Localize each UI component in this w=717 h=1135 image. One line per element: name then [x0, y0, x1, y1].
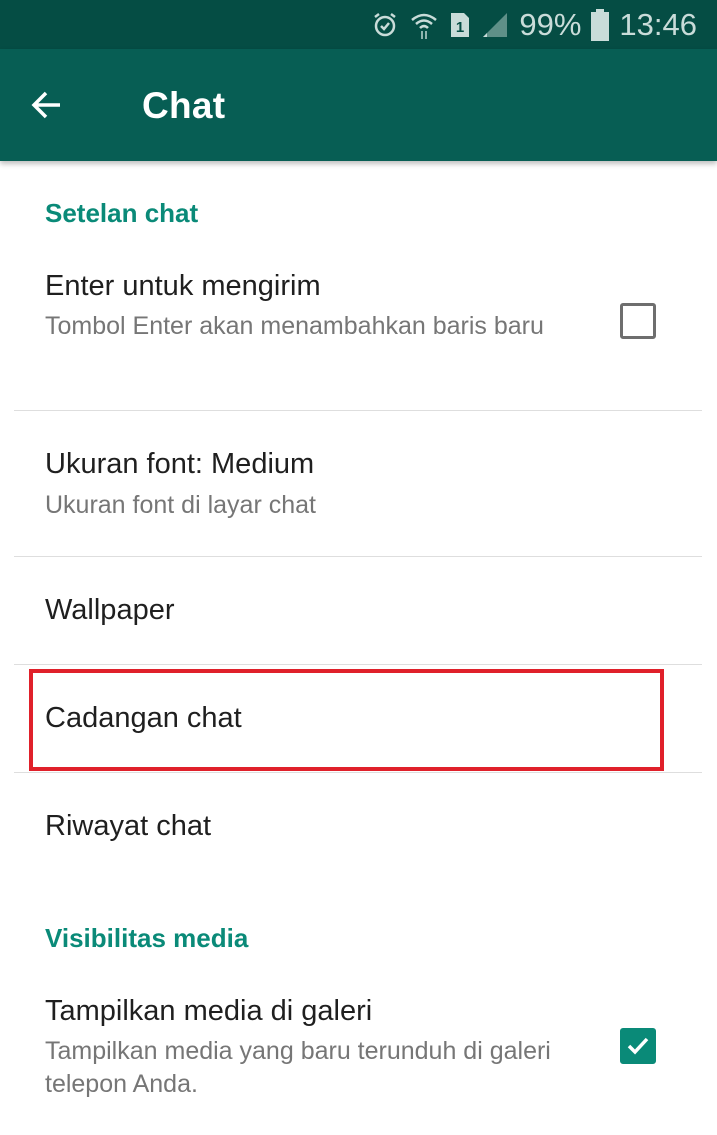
signal-icon [481, 11, 509, 39]
highlight-box [29, 669, 664, 771]
page-title: Chat [142, 85, 226, 126]
setting-title: Riwayat chat [45, 810, 212, 842]
battery-icon [591, 8, 610, 41]
clock: 13:46 [619, 6, 697, 42]
show-media-checkbox[interactable] [620, 1028, 656, 1064]
setting-title: Enter untuk mengirim [45, 270, 321, 302]
setting-chat-history[interactable]: Riwayat chat [0, 773, 717, 880]
setting-subtitle: Tampilkan media yang baru terunduh di ga… [45, 1037, 551, 1098]
setting-wallpaper[interactable]: Wallpaper [0, 557, 717, 664]
alarm-icon [371, 11, 399, 39]
section-header-chat-settings: Setelan chat [45, 198, 199, 228]
svg-text:1: 1 [456, 19, 464, 36]
setting-subtitle: Ukuran font di layar chat [45, 491, 316, 519]
back-arrow-icon[interactable] [26, 85, 66, 125]
setting-title: Tampilkan media di galeri [45, 995, 373, 1027]
battery-percent: 99% [519, 6, 582, 42]
sim-1-icon: 1 [449, 11, 471, 39]
wifi-icon [409, 10, 439, 40]
setting-show-media-in-gallery[interactable]: Tampilkan media di galeri Tampilkan medi… [0, 975, 717, 1135]
setting-title: Ukuran font: Medium [45, 448, 315, 480]
app-bar: Chat [0, 49, 717, 161]
section-header-media-visibility: Visibilitas media [45, 923, 249, 953]
setting-subtitle: Tombol Enter akan menambahkan baris baru [45, 312, 544, 340]
checkmark-icon [627, 1037, 649, 1055]
setting-title: Wallpaper [45, 594, 175, 626]
status-bar: 1 99% 13:46 [0, 0, 717, 49]
enter-to-send-checkbox[interactable] [620, 303, 656, 339]
setting-font-size[interactable]: Ukuran font: Medium Ukuran font di layar… [0, 411, 717, 556]
setting-enter-to-send[interactable]: Enter untuk mengirim Tombol Enter akan m… [0, 250, 717, 410]
